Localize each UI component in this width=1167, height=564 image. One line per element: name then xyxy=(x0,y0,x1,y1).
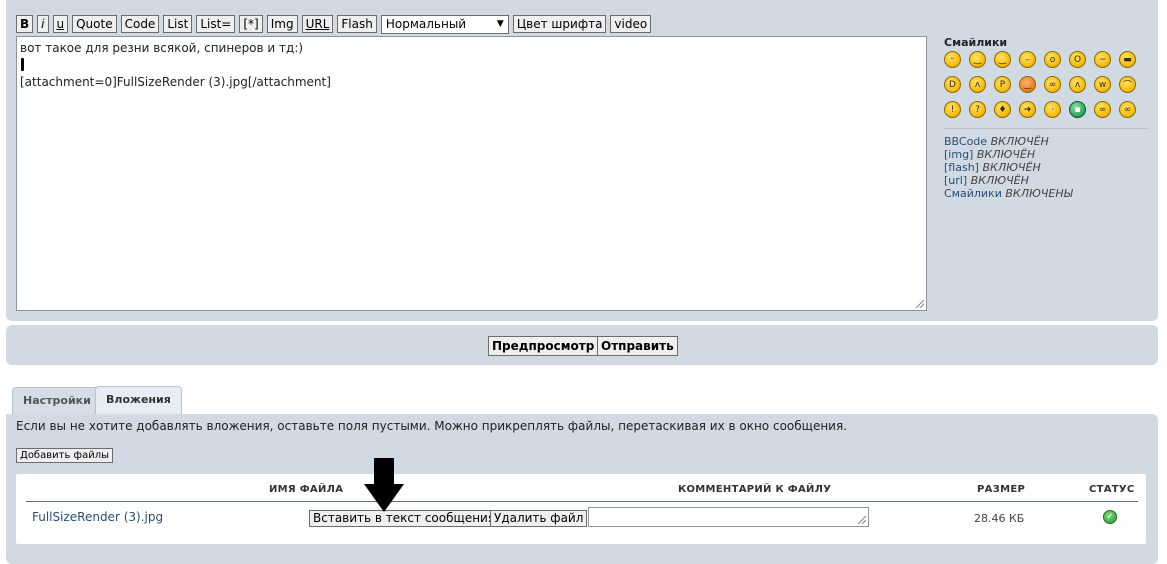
delete-file-button[interactable]: Удалить файл xyxy=(490,510,588,527)
text-caret xyxy=(20,57,923,74)
evil-icon[interactable]: ʌ xyxy=(1069,76,1086,93)
surprised-icon[interactable]: o xyxy=(1044,51,1061,68)
status-label: BBCode xyxy=(944,135,988,148)
neutral-icon[interactable]: – xyxy=(1019,51,1036,68)
font-size-select[interactable]: Нормальный ▼ xyxy=(380,14,509,34)
redface-icon[interactable]: ‿ xyxy=(1019,76,1036,93)
grin-icon[interactable]: ᵕ xyxy=(944,51,961,68)
add-files-button[interactable]: Добавить файлы xyxy=(16,448,113,463)
italic-button[interactable]: i xyxy=(37,15,49,33)
status-value: ВКЛЮЧЕНЫ xyxy=(1005,187,1073,200)
editor-sidebar: Смайлики ᵕ ‿ ‿ – o O ~ ▬ D ʌ P ‿ ∞ ʌ w ⌒… xyxy=(944,36,1148,200)
confused-icon[interactable]: ~ xyxy=(1094,51,1111,68)
exclaim-icon[interactable]: ! xyxy=(944,101,961,118)
status-label: [url] xyxy=(944,174,968,187)
status-label: [img] xyxy=(944,148,974,161)
question-icon[interactable]: ? xyxy=(969,101,986,118)
flash-button[interactable]: Flash xyxy=(337,15,377,33)
code-button[interactable]: Code xyxy=(120,15,160,33)
idea-icon[interactable]: ♦ xyxy=(994,101,1011,118)
insert-inline-button[interactable]: Вставить в текст сообщения xyxy=(309,510,500,527)
ordered-list-button[interactable]: List= xyxy=(196,15,236,33)
rolleyes-icon[interactable]: ∞ xyxy=(1044,76,1061,93)
status-value: ВКЛЮЧЁН xyxy=(976,148,1036,161)
file-size: 28.46 КБ xyxy=(974,512,1025,525)
video-button[interactable]: video xyxy=(610,15,652,33)
uber-geek-icon[interactable]: ∞ xyxy=(1119,101,1136,118)
column-header-size: РАЗМЕР xyxy=(977,484,1026,495)
underline-button[interactable]: u xyxy=(52,15,69,33)
status-label: [flash] xyxy=(944,161,979,174)
bbcode-status-list: BBCode ВКЛЮЧЁН [img] ВКЛЮЧЁН [flash] ВКЛ… xyxy=(944,135,1148,200)
quote-button[interactable]: Quote xyxy=(72,15,117,33)
cool-icon[interactable]: ▬ xyxy=(1119,51,1136,68)
arrow-icon[interactable]: ➜ xyxy=(1019,101,1036,118)
smilies-grid: ᵕ ‿ ‿ – o O ~ ▬ D ʌ P ‿ ∞ ʌ w ⌒ ! ? ♦ ➜ … xyxy=(944,51,1148,126)
razz-icon[interactable]: P xyxy=(994,76,1011,93)
status-value: ВКЛЮЧЁН xyxy=(982,161,1041,174)
submit-button[interactable]: Отправить xyxy=(597,336,678,356)
status-flash: [flash] ВКЛЮЧЁН xyxy=(944,161,1148,174)
message-line: вот такое для резни всякой, спинеров и т… xyxy=(20,41,304,55)
dropdown-arrow-icon: ▼ xyxy=(496,18,504,29)
status-url: [url] ВКЛЮЧЁН xyxy=(944,174,1148,187)
list-item-button[interactable]: [*] xyxy=(239,15,263,33)
attachments-info: Если вы не хотите добавлять вложения, ос… xyxy=(16,419,848,433)
neutral2-icon[interactable]: · xyxy=(1044,101,1061,118)
bold-button[interactable]: B xyxy=(16,15,34,33)
img-button[interactable]: Img xyxy=(266,15,298,33)
resize-handle-icon[interactable] xyxy=(916,300,924,308)
file-comment-input[interactable] xyxy=(588,507,869,527)
twisted-icon[interactable]: w xyxy=(1094,76,1111,93)
column-header-comment: КОММЕНТАРИЙ К ФАЙЛУ xyxy=(678,484,832,495)
status-value: ВКЛЮЧЁН xyxy=(990,135,1049,148)
smile-icon[interactable]: ‿ xyxy=(969,51,986,68)
column-header-status: СТАТУС xyxy=(1089,484,1135,495)
status-label: Смайлики xyxy=(944,187,1002,200)
sidebar-divider xyxy=(944,128,1148,129)
url-button[interactable]: URL xyxy=(301,15,334,33)
status-bbcode: BBCode ВКЛЮЧЁН xyxy=(944,135,1148,148)
column-header-filename: ИМЯ ФАЙЛА xyxy=(269,484,344,495)
tab-settings[interactable]: Настройки xyxy=(12,387,102,415)
bbcode-toolbar: B i u Quote Code List List= [*] Img URL … xyxy=(16,14,655,34)
status-img: [img] ВКЛЮЧЁН xyxy=(944,148,1148,161)
status-smilies: Смайлики ВКЛЮЧЕНЫ xyxy=(944,187,1148,200)
font-size-value: Нормальный xyxy=(385,16,467,31)
laugh-icon[interactable]: D xyxy=(944,76,961,93)
green-icon[interactable]: ▪ xyxy=(1069,101,1086,118)
font-color-button[interactable]: Цвет шрифта xyxy=(512,15,607,33)
table-header-divider xyxy=(26,501,1138,502)
status-value: ВКЛЮЧЁН xyxy=(970,174,1029,187)
caret-icon xyxy=(21,58,24,71)
resize-handle-icon[interactable] xyxy=(858,516,866,524)
sad-icon[interactable]: ⌒ xyxy=(1119,76,1136,93)
attachment-filename-link[interactable]: FullSizeRender (3).jpg xyxy=(32,510,163,524)
preview-button[interactable]: Предпросмотр xyxy=(488,336,599,356)
geek-icon[interactable]: ∞ xyxy=(1094,101,1111,118)
message-textarea[interactable]: вот такое для резни всякой, спинеров и т… xyxy=(16,36,927,311)
tab-attachments[interactable]: Вложения xyxy=(95,386,182,415)
mad-icon[interactable]: ʌ xyxy=(969,76,986,93)
message-line: [attachment=0]FullSizeRender (3).jpg[/at… xyxy=(20,75,331,89)
wink-icon[interactable]: ‿ xyxy=(994,51,1011,68)
eek-icon[interactable]: O xyxy=(1069,51,1086,68)
smilies-title: Смайлики xyxy=(944,36,1008,49)
pointer-arrow-icon xyxy=(364,458,404,512)
list-button[interactable]: List xyxy=(163,15,193,33)
status-ok-icon: ✓ xyxy=(1103,510,1117,524)
